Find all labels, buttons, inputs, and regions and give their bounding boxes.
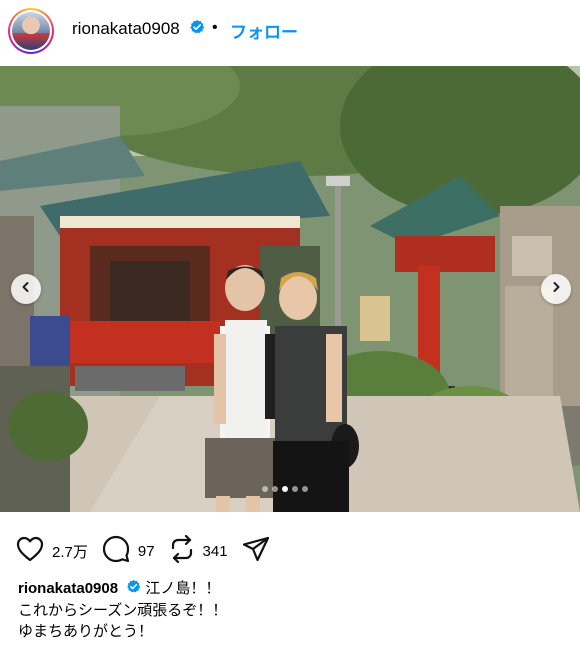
caption-line-2: これからシーズン頑張るぞ！！ bbox=[18, 601, 228, 619]
photo-illustration bbox=[0, 66, 580, 512]
caption-line-1: 江ノ島！！ bbox=[145, 580, 221, 597]
separator: • bbox=[212, 19, 218, 36]
repost-icon bbox=[169, 534, 195, 568]
repost-count: 341 bbox=[202, 542, 228, 560]
caption-username[interactable]: rionakata0908 bbox=[18, 580, 118, 597]
carousel-prev-button[interactable] bbox=[11, 274, 41, 304]
post-photo[interactable] bbox=[0, 66, 580, 512]
like-button[interactable]: 2.7万 bbox=[16, 536, 88, 567]
carousel-dot bbox=[292, 486, 298, 492]
username[interactable]: rionakata0908 bbox=[72, 19, 180, 38]
comment-icon bbox=[102, 535, 130, 568]
carousel-next-button[interactable] bbox=[541, 274, 571, 304]
carousel-dot bbox=[302, 486, 308, 492]
heart-icon bbox=[16, 536, 44, 567]
action-bar: 2.7万 97 341 bbox=[16, 534, 284, 568]
repost-button[interactable]: 341 bbox=[169, 534, 228, 568]
post-header: rionakata0908 • フォロー bbox=[0, 0, 580, 66]
carousel-indicator bbox=[262, 486, 308, 492]
send-icon bbox=[242, 536, 270, 567]
carousel-dot-active bbox=[282, 486, 288, 492]
chevron-left-icon bbox=[20, 280, 32, 298]
username-row: rionakata0908 bbox=[72, 19, 205, 40]
verified-badge-icon bbox=[126, 579, 141, 600]
share-button[interactable] bbox=[242, 536, 270, 567]
verified-badge-icon bbox=[189, 19, 205, 40]
avatar[interactable] bbox=[8, 8, 54, 54]
comment-count: 97 bbox=[137, 542, 155, 560]
follow-button[interactable]: フォロー bbox=[230, 18, 298, 43]
chevron-right-icon bbox=[550, 280, 562, 298]
avatar-image bbox=[12, 12, 50, 50]
comment-button[interactable]: 97 bbox=[102, 535, 155, 568]
caption-line-3: ゆまちありがとう！ bbox=[18, 622, 154, 640]
carousel-dot bbox=[272, 486, 278, 492]
carousel-dot bbox=[262, 486, 268, 492]
like-count: 2.7万 bbox=[52, 543, 88, 561]
post-caption: rionakata0908 江ノ島！！ これからシーズン頑張るぞ！！ ゆまちあり… bbox=[18, 578, 568, 642]
